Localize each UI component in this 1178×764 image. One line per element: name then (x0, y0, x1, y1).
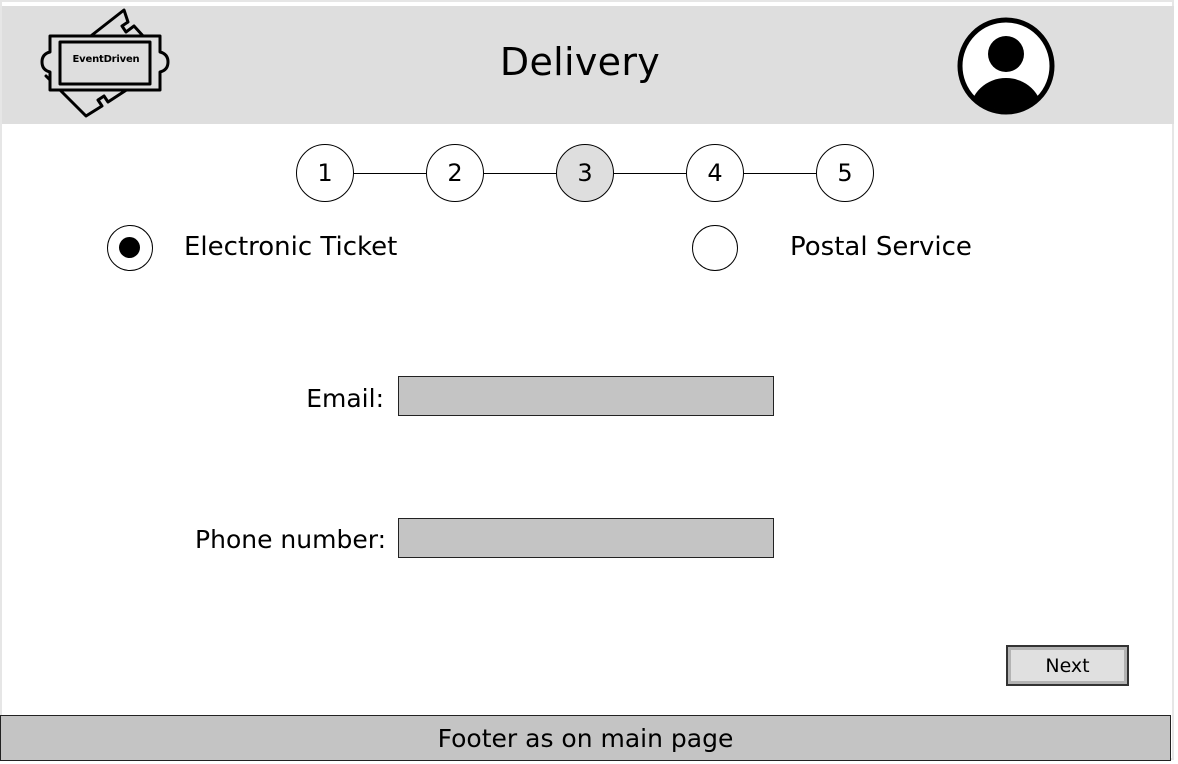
footer: Footer as on main page (0, 715, 1171, 761)
electronic-ticket-radio[interactable] (107, 225, 153, 271)
step-connector (744, 173, 816, 174)
step-2[interactable]: 2 (426, 144, 484, 202)
radio-selected-dot (119, 237, 140, 258)
email-field[interactable] (398, 376, 774, 416)
step-4[interactable]: 4 (686, 144, 744, 202)
progress-stepper: 1 2 3 4 5 (0, 0, 1178, 220)
phone-number-field[interactable] (398, 518, 774, 558)
step-connector (354, 173, 426, 174)
next-button-label: Next (1011, 650, 1124, 681)
step-connector (484, 173, 556, 174)
phone-number-label: Phone number: (195, 525, 386, 554)
step-3-current[interactable]: 3 (556, 144, 614, 202)
step-5[interactable]: 5 (816, 144, 874, 202)
postal-service-radio[interactable] (692, 225, 738, 271)
email-label: Email: (306, 384, 384, 413)
electronic-ticket-label[interactable]: Electronic Ticket (184, 232, 397, 262)
postal-service-label[interactable]: Postal Service (790, 232, 972, 262)
next-button[interactable]: Next (1006, 645, 1129, 686)
step-1[interactable]: 1 (296, 144, 354, 202)
step-connector (614, 173, 686, 174)
